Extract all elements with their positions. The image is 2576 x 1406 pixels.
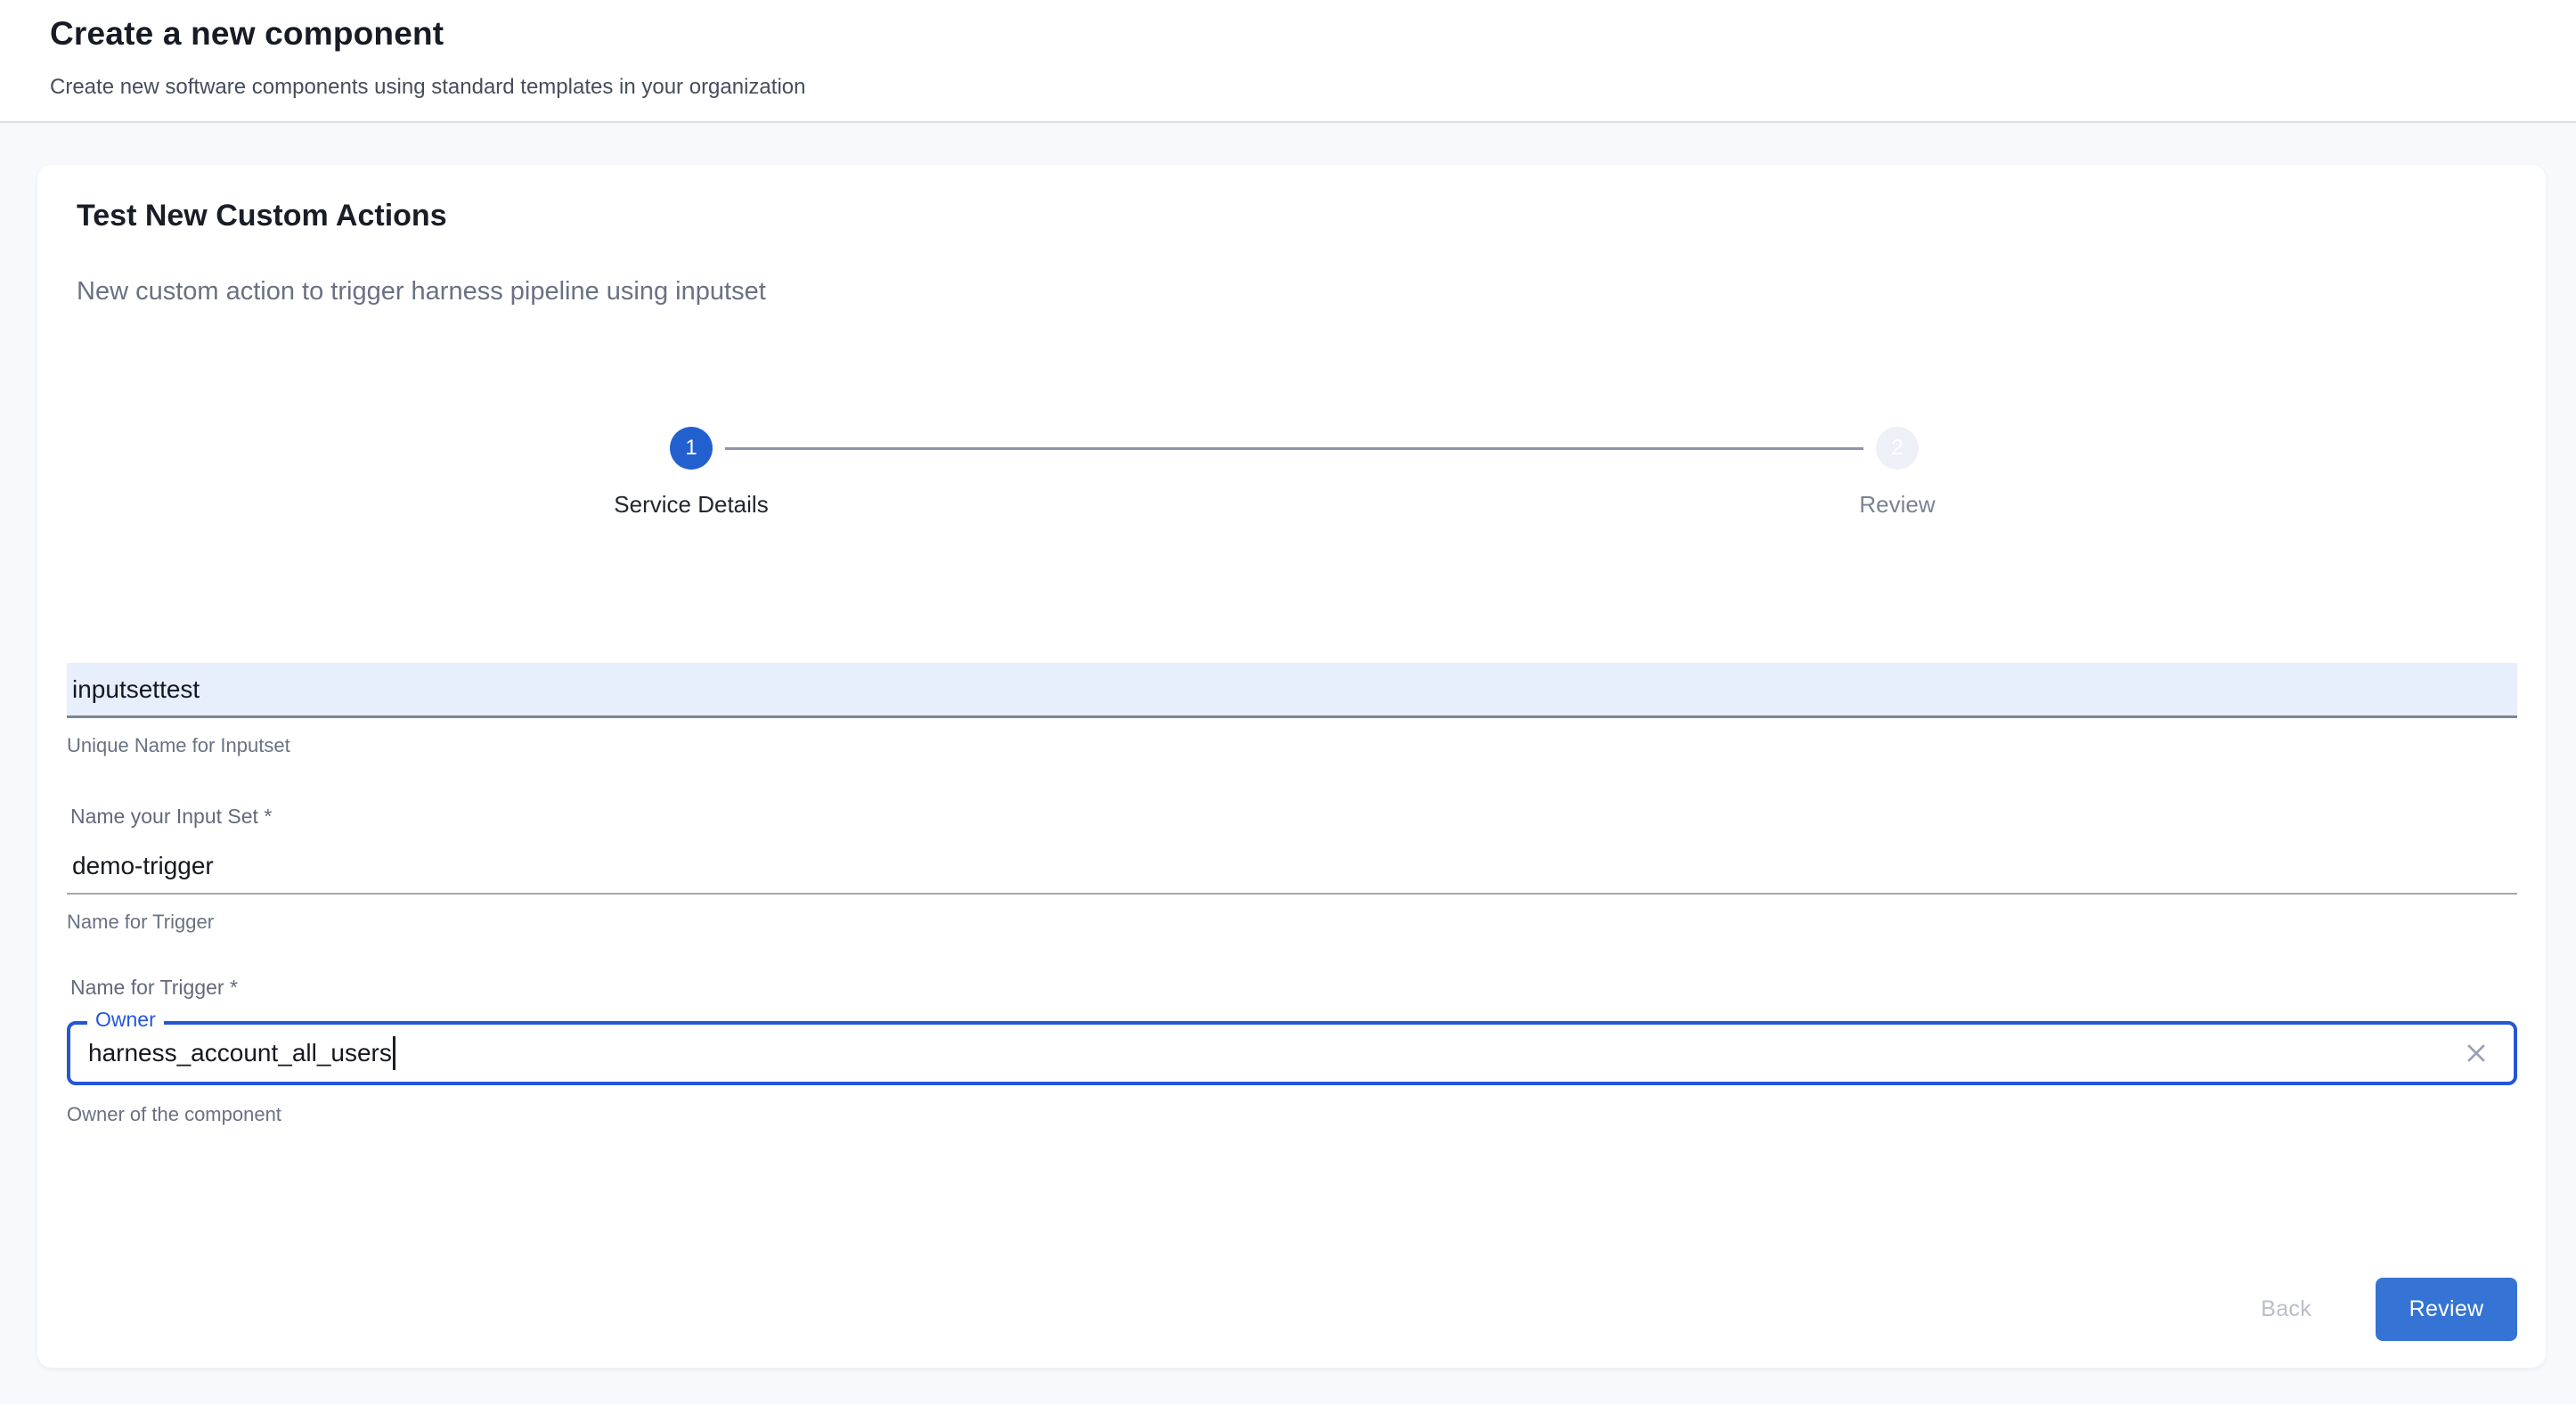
review-button[interactable]: Review	[2376, 1278, 2517, 1341]
owner-helper: Owner of the component	[67, 1103, 281, 1126]
page-title: Create a new component	[50, 16, 444, 53]
inputset-name-helper: Unique Name for Inputset	[67, 734, 290, 757]
inputset-name-label: Name your Input Set *	[70, 805, 272, 830]
trigger-name-label: Name for Trigger *	[70, 976, 238, 1001]
step-2-circle: 2	[1876, 427, 1919, 470]
template-card: Test New Custom Actions New custom actio…	[37, 165, 2546, 1368]
card-description: New custom action to trigger harness pip…	[77, 279, 766, 305]
step-connector-line	[725, 447, 1863, 450]
owner-field-label: Owner	[87, 1008, 164, 1033]
step-2-label: Review	[1719, 491, 2075, 519]
page-header: Create a new component Create new softwa…	[0, 0, 2576, 123]
owner-input[interactable]: harness_account_all_users	[67, 1021, 2517, 1085]
card-title: Test New Custom Actions	[77, 200, 447, 231]
step-2-number: 2	[1891, 437, 1903, 459]
step-1-circle: 1	[670, 427, 713, 470]
trigger-name-input[interactable]	[67, 839, 2517, 895]
clear-owner-button[interactable]	[2458, 1035, 2494, 1071]
page-subtitle: Create new software components using sta…	[50, 75, 805, 101]
x-clear-icon	[2463, 1040, 2490, 1067]
owner-value: harness_account_all_users	[88, 1041, 392, 1066]
back-button[interactable]: Back	[2245, 1278, 2327, 1341]
inputset-name-input[interactable]	[67, 663, 2517, 718]
trigger-name-helper: Name for Trigger	[67, 911, 214, 934]
text-cursor	[393, 1036, 395, 1070]
step-1-label: Service Details	[513, 491, 869, 519]
main-content: Test New Custom Actions New custom actio…	[0, 123, 2576, 1404]
step-1-number: 1	[685, 437, 697, 459]
